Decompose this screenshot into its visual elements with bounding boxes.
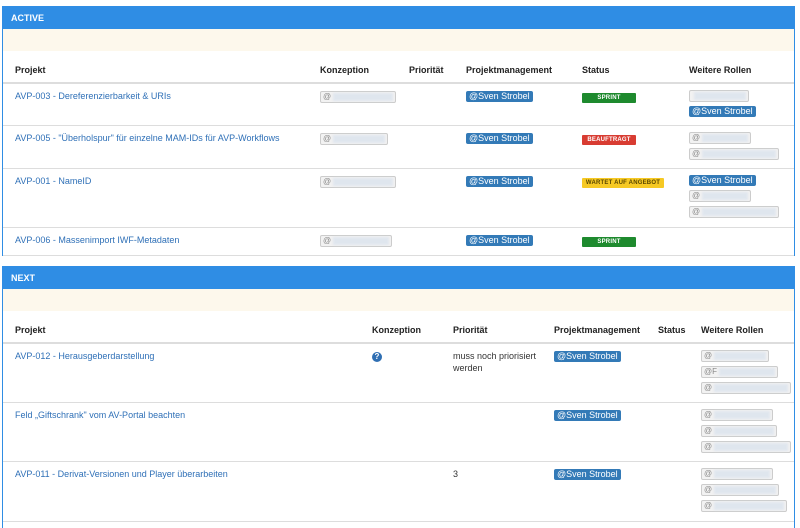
project-link[interactable]: AVP-005 - "Überholspur" für einzelne MAM… [15, 133, 279, 143]
table-row: AVP-005 - "Überholspur" für einzelne MAM… [3, 125, 794, 169]
active-panel-band [3, 29, 794, 51]
next-table-header: Projekt Konzeption Priorität Projektmana… [3, 311, 794, 344]
active-panel-title: ACTIVE [3, 7, 794, 29]
user-tag-role[interactable]: @ [701, 484, 780, 496]
table-row: AVP-011 - Derivat-Versionen und Player ü… [3, 461, 794, 522]
konzeption-cell [360, 461, 441, 522]
user-tag-role[interactable]: @ [701, 409, 774, 421]
next-panel-title: NEXT [3, 267, 794, 289]
user-tag-pm[interactable]: @Sven Strobel [466, 176, 533, 187]
priority-cell [397, 125, 454, 169]
col-projekt: Projekt [3, 311, 360, 344]
status-badge: BEAUFTRAGT [582, 135, 636, 145]
col-weitere-rollen: Weitere Rollen [689, 311, 794, 344]
next-panel: NEXT Projekt Konzeption Priorität Projek… [2, 266, 795, 528]
konzeption-cell [360, 402, 441, 462]
user-tag-konzeption[interactable]: @ [320, 235, 393, 247]
next-panel-band [3, 289, 794, 311]
priority-cell [441, 402, 542, 462]
table-row: Feld „Giftschrank" vom AV-Portal beachte… [3, 402, 794, 462]
user-tag-pm[interactable]: @Sven Strobel [554, 351, 621, 362]
active-table-header: Projekt Konzeption Priorität Projektmana… [3, 51, 794, 84]
project-link[interactable]: AVP-001 - NameID [15, 176, 91, 186]
project-link[interactable]: AVP-012 - Herausgeberdarstellung [15, 351, 154, 361]
user-tag-role[interactable]: @Sven Strobel [689, 175, 756, 186]
col-konzeption: Konzeption [308, 51, 397, 84]
active-table: Projekt Konzeption Priorität Projektmana… [3, 51, 794, 256]
user-tag-role[interactable]: @ [701, 425, 778, 437]
user-tag-konzeption[interactable]: @ [320, 91, 397, 103]
col-weitere-rollen: Weitere Rollen [677, 51, 794, 84]
user-tag-pm[interactable]: @Sven Strobel [466, 133, 533, 144]
col-prioritaet: Priorität [441, 311, 542, 344]
project-link[interactable]: AVP-011 - Derivat-Versionen und Player ü… [15, 469, 228, 479]
project-link[interactable]: Feld „Giftschrank" vom AV-Portal beachte… [15, 410, 185, 420]
table-row: AVP-006 - Massenimport IWF-Metadaten @ @… [3, 227, 794, 256]
user-tag-role[interactable]: @ [689, 206, 780, 218]
user-tag-role[interactable]: @ [701, 441, 792, 453]
user-tag-pm[interactable]: @Sven Strobel [466, 91, 533, 102]
user-tag-role[interactable]: @F [701, 366, 779, 378]
project-link[interactable]: AVP-003 - Dereferenzierbarkeit & URIs [15, 91, 171, 101]
user-tag-pm[interactable]: @Sven Strobel [466, 235, 533, 246]
col-status: Status [646, 311, 689, 344]
user-tag-role[interactable]: @ [689, 190, 752, 202]
priority-cell: muss noch priorisiert werden [441, 343, 542, 403]
user-tag-role[interactable]: @ [689, 148, 780, 160]
user-tag-konzeption[interactable]: @ [320, 133, 389, 145]
status-cell [646, 343, 689, 403]
user-tag-pm[interactable]: @Sven Strobel [554, 410, 621, 421]
status-badge: SPRINT [582, 93, 636, 103]
user-tag-role[interactable]: @ [701, 350, 770, 362]
status-cell [646, 402, 689, 462]
col-projektmanagement: Projektmanagement [542, 311, 646, 344]
table-row: AVP-001 - NameID @ @Sven Strobel WARTET … [3, 168, 794, 228]
priority-cell [397, 227, 454, 256]
user-tag-role[interactable] [689, 90, 749, 102]
user-tag-role[interactable]: @Sven Strobel [689, 106, 756, 117]
status-badge: WARTET AUF ANGEBOT [582, 178, 664, 188]
active-panel: ACTIVE Projekt Konzeption Priorität Proj… [2, 6, 795, 256]
user-tag-pm[interactable]: @Sven Strobel [554, 469, 621, 480]
question-icon[interactable]: ? [372, 352, 382, 362]
user-tag-role[interactable]: @ [689, 132, 752, 144]
user-tag-role[interactable]: @ [701, 468, 774, 480]
table-row: AVP-003 - Dereferenzierbarkeit & URIs @ … [3, 83, 794, 126]
user-tag-role[interactable]: @ [701, 382, 792, 394]
project-link[interactable]: AVP-006 - Massenimport IWF-Metadaten [15, 235, 179, 245]
col-projektmanagement: Projektmanagement [454, 51, 570, 84]
next-table: Projekt Konzeption Priorität Projektmana… [3, 311, 794, 522]
priority-cell: 3 [441, 461, 542, 522]
col-projekt: Projekt [3, 51, 308, 84]
status-cell [646, 461, 689, 522]
user-tag-konzeption[interactable]: @ [320, 176, 397, 188]
priority-cell [397, 83, 454, 126]
priority-cell [397, 168, 454, 228]
roles-cell [677, 227, 794, 256]
col-prioritaet: Priorität [397, 51, 454, 84]
table-row: AVP-012 - Herausgeberdarstellung ? muss … [3, 343, 794, 403]
status-badge: SPRINT [582, 237, 636, 247]
col-status: Status [570, 51, 677, 84]
user-tag-role[interactable]: @ [701, 500, 788, 512]
col-konzeption: Konzeption [360, 311, 441, 344]
